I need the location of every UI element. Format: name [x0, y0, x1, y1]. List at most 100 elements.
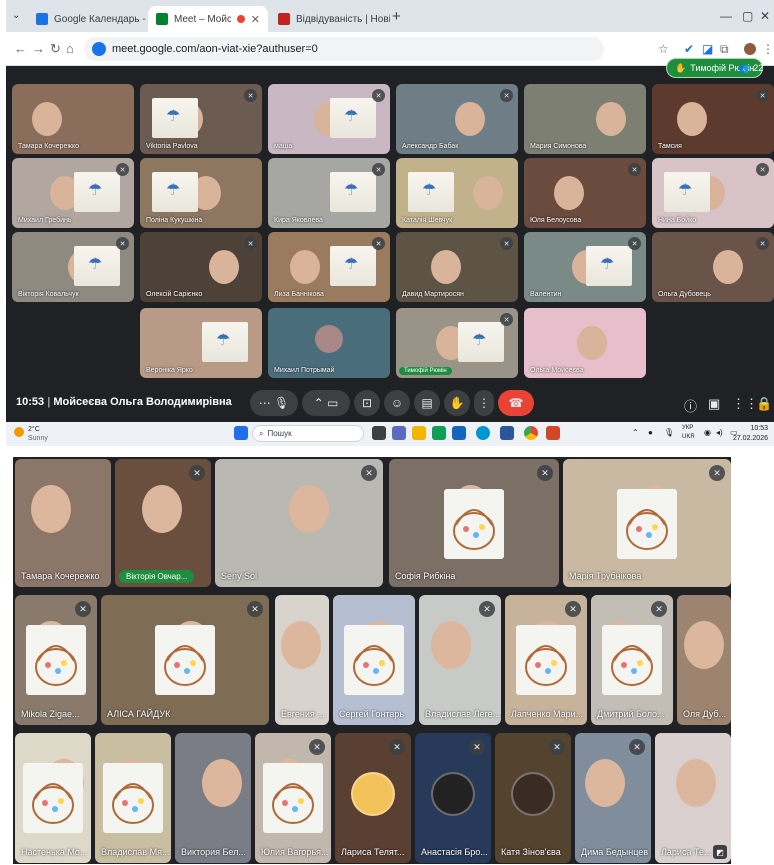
participant-tile[interactable]: ☂ ✕ Валентин: [524, 232, 646, 302]
participants-button[interactable]: 👥 22: [730, 58, 771, 78]
word-icon[interactable]: [500, 426, 514, 440]
participant-tile[interactable]: ☂ ✕ Нина Бойко: [652, 158, 774, 228]
taskbar-search[interactable]: ⌕ Пошук: [252, 425, 364, 442]
tab-search-icon[interactable]: ⌄: [12, 10, 20, 21]
participant-tile[interactable]: ☂ ✕ маша: [268, 84, 390, 154]
powerpoint-icon[interactable]: [546, 426, 560, 440]
present-button[interactable]: ⊡: [354, 390, 380, 416]
participant-tile[interactable]: ✕ Mikola Zigae...: [15, 595, 97, 725]
pin-icon[interactable]: ◩: [713, 845, 727, 859]
close-window-button[interactable]: ✕: [760, 9, 770, 23]
participant-tile[interactable]: ☂ ✕ Тимофій Рюмін: [396, 308, 518, 378]
host-controls-icon[interactable]: 🔒: [756, 396, 772, 412]
participant-tile[interactable]: ✕ Александр Бабак: [396, 84, 518, 154]
back-icon[interactable]: ←: [14, 41, 27, 56]
participant-tile[interactable]: ☂ ✕ Михаил Гребинь: [12, 158, 134, 228]
extension-icon[interactable]: ✔: [684, 42, 694, 56]
profile-avatar[interactable]: [744, 43, 756, 55]
reload-icon[interactable]: ↻: [50, 41, 61, 57]
site-info-icon[interactable]: [92, 42, 106, 56]
hp-icon[interactable]: [476, 426, 490, 440]
start-icon[interactable]: [234, 426, 248, 440]
home-icon[interactable]: ⌂: [66, 41, 74, 56]
participant-tile[interactable]: ✕ Юля Белоусова: [524, 158, 646, 228]
participant-tile[interactable]: ✕ Seny Sol: [215, 459, 383, 587]
network-icon[interactable]: ●: [648, 428, 653, 437]
participant-tile[interactable]: Оля Дуб...: [677, 595, 731, 725]
participant-tile[interactable]: Евгения ...: [275, 595, 329, 725]
minimize-button[interactable]: —: [720, 9, 732, 23]
participant-tile[interactable]: ✕ Олексій Сарієнко: [140, 232, 262, 302]
participant-tile[interactable]: Ольга Мойсеєва: [524, 308, 646, 378]
mic-tray-icon[interactable]: 🎙: [664, 428, 674, 437]
participant-tile[interactable]: ☂ ✕ Viktoriia Pavlova: [140, 84, 262, 154]
participant-tile[interactable]: ✕ Тамсия: [652, 84, 774, 154]
participant-tile[interactable]: ✕ Ольга Дубовець: [652, 232, 774, 302]
captions-button[interactable]: ▤: [414, 390, 440, 416]
activities-icon[interactable]: ⋮⋮: [732, 396, 758, 412]
tab-meet[interactable]: Meet – Мойсеєва Ольга Во ✕: [148, 6, 268, 32]
mic-button[interactable]: ⋯ 🎙: [250, 390, 298, 416]
language-indicator[interactable]: УКР UKR: [682, 424, 695, 442]
emoji-button[interactable]: ☺: [384, 390, 410, 416]
participant-tile[interactable]: ✕ Дима Бедынцев: [575, 733, 651, 863]
forward-icon[interactable]: →: [32, 41, 45, 56]
more-options-button[interactable]: ⋮: [474, 390, 494, 416]
participant-tile[interactable]: ✕ Давид Мартиросян: [396, 232, 518, 302]
participant-tile[interactable]: ☂ ✕ Вікторія Ковальчук: [12, 232, 134, 302]
new-tab-button[interactable]: +: [392, 8, 401, 25]
volume-icon[interactable]: ◂): [716, 428, 723, 437]
participant-tile[interactable]: Виктория Бел...: [175, 733, 251, 863]
participant-tile[interactable]: ✕ Вікторія Овчар...: [115, 459, 211, 587]
close-icon[interactable]: ✕: [251, 13, 260, 26]
chat-icon[interactable]: ▣: [708, 396, 720, 412]
participant-tile[interactable]: ✕ Владислав Леге...: [419, 595, 501, 725]
tray-chevron-icon[interactable]: ⌃: [632, 428, 639, 437]
tab-attendance[interactable]: Відвідуваність | Нові знання ✕: [270, 6, 390, 32]
participant-tile[interactable]: ✕ Дмитрий Боло...: [591, 595, 673, 725]
participant-tile[interactable]: ✕ Лапченко Мари...: [505, 595, 587, 725]
edge-icon[interactable]: [432, 426, 446, 440]
maximize-button[interactable]: ▢: [742, 9, 753, 23]
participant-tile[interactable]: ✕ Марія Трубнікова: [563, 459, 731, 587]
participant-tile[interactable]: Владислав Мя...: [95, 733, 171, 863]
info-icon[interactable]: ⓘ: [684, 396, 697, 415]
participant-tile[interactable]: Тамара Кочережко: [15, 459, 111, 587]
participant-tile[interactable]: ✕ Анастасія Бро...: [415, 733, 491, 863]
store-icon[interactable]: [452, 426, 466, 440]
participant-tile[interactable]: ✕ Юлия Вагорья...: [255, 733, 331, 863]
camera-button[interactable]: ⌃ ▭: [302, 390, 350, 416]
participant-tile[interactable]: ✕ Софія Рибкіна: [389, 459, 559, 587]
participant-tile[interactable]: Настенька Мо...: [15, 733, 91, 863]
participant-name: Владислав Мя...: [101, 847, 170, 857]
participant-tile[interactable]: ☂ Поліна Кукушкіна: [140, 158, 262, 228]
teams-icon[interactable]: [392, 426, 406, 440]
participant-tile[interactable]: Мария Симонова: [524, 84, 646, 154]
tab-calendar[interactable]: Google Календарь - пятниця, ✕: [28, 6, 146, 32]
participant-tile[interactable]: Сергей Гонтарь: [333, 595, 415, 725]
participant-tile[interactable]: Михаил Потрымай: [268, 308, 390, 378]
extensions-puzzle-icon[interactable]: ⧉: [720, 42, 729, 57]
participant-tile[interactable]: ☂ Каталія Шевчук: [396, 158, 518, 228]
participant-tile[interactable]: Лариса Те... ◩: [655, 733, 731, 863]
chrome-icon[interactable]: [524, 426, 538, 440]
taskbar-clock[interactable]: 10:53 27.02.2026: [733, 424, 768, 444]
participant-tile[interactable]: ✕ Лариса Телят...: [335, 733, 411, 863]
leave-call-button[interactable]: ☎: [498, 390, 534, 416]
raise-hand-button[interactable]: ✋: [444, 390, 470, 416]
participant-tile[interactable]: ☂ Вероніка Ярко: [140, 308, 262, 378]
wifi-icon[interactable]: ◉: [704, 428, 711, 437]
participant-tile[interactable]: ✕ АЛІСА ГАЙДУК: [101, 595, 269, 725]
file-explorer-icon[interactable]: [412, 426, 426, 440]
bookmark-star-icon[interactable]: ☆: [658, 42, 669, 56]
participant-tile[interactable]: Тамара Кочережко: [12, 84, 134, 154]
participant-tile[interactable]: ☂ ✕ Кира Яковлева: [268, 158, 390, 228]
task-view-icon[interactable]: [372, 426, 386, 440]
mic-off-icon: ✕: [628, 163, 641, 176]
participant-tile[interactable]: ☂ ✕ Лиза Баннікова: [268, 232, 390, 302]
weather-widget[interactable]: 2°C Sunny: [14, 425, 48, 443]
url-field[interactable]: meet.google.com/aon-viat-xie?authuser=0: [84, 37, 604, 61]
translate-icon[interactable]: ◪: [702, 42, 713, 56]
participant-tile[interactable]: ✕ Катя Зінов'єва: [495, 733, 571, 863]
more-menu-icon[interactable]: ⋮: [762, 42, 774, 56]
